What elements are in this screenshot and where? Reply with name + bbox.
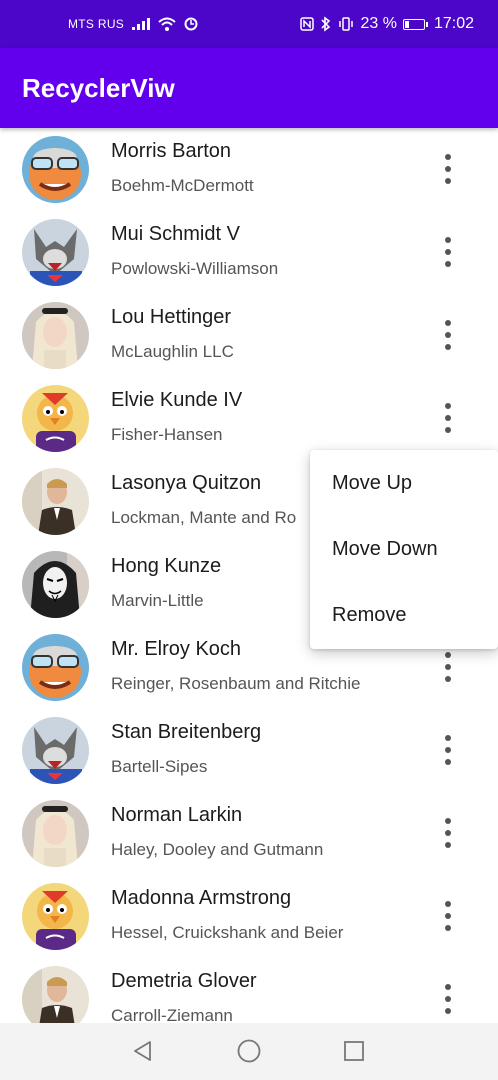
- sync-icon: [184, 17, 198, 31]
- contact-name: Mui Schmidt V: [111, 223, 240, 245]
- more-vert-icon[interactable]: [436, 320, 460, 350]
- menu-item-remove[interactable]: Remove: [310, 582, 498, 648]
- popup-menu: Move Up Move Down Remove: [310, 450, 498, 649]
- home-icon[interactable]: [234, 1036, 264, 1066]
- avatar: [22, 468, 89, 535]
- contact-company: Reinger, Rosenbaum and Ritchie: [111, 674, 361, 693]
- avatar: [22, 302, 89, 369]
- contact-company: Bartell-Sipes: [111, 757, 208, 776]
- contact-company: Lockman, Mante and Ro: [111, 508, 297, 527]
- avatar: [22, 883, 89, 950]
- contact-row[interactable]: Stan Breitenberg Bartell-Sipes: [0, 709, 498, 792]
- avatar: [22, 800, 89, 867]
- vibrate-icon: [338, 17, 354, 31]
- contact-row[interactable]: Elvie Kunde IV Fisher-Hansen: [0, 377, 498, 460]
- contact-name: Hong Kunze: [111, 555, 222, 577]
- contact-name: Morris Barton: [111, 140, 232, 162]
- contact-company: Carroll-Ziemann: [111, 1006, 233, 1023]
- contact-name: Elvie Kunde IV: [111, 389, 243, 411]
- nfc-icon: [300, 17, 315, 31]
- clock: 17:02: [433, 15, 474, 32]
- avatar: [22, 385, 89, 452]
- avatar: [22, 634, 89, 701]
- more-vert-icon[interactable]: [436, 403, 460, 433]
- battery-percent: 23 %: [360, 15, 397, 32]
- contact-name: Demetria Glover: [111, 970, 257, 992]
- status-left: MTS RUS: [68, 0, 198, 48]
- more-vert-icon[interactable]: [436, 237, 460, 267]
- more-vert-icon[interactable]: [436, 818, 460, 848]
- back-icon[interactable]: [128, 1036, 158, 1066]
- signal-icon: [132, 18, 151, 30]
- contact-name: Lasonya Quitzon: [111, 472, 262, 494]
- contact-name: Norman Larkin: [111, 804, 243, 826]
- contact-company: Haley, Dooley and Gutmann: [111, 840, 324, 859]
- app-title: RecyclerViw: [22, 73, 175, 103]
- avatar: [22, 551, 89, 618]
- contact-company: Powlowski-Williamson: [111, 259, 279, 278]
- contact-row[interactable]: Norman Larkin Haley, Dooley and Gutmann: [0, 792, 498, 875]
- app-bar: RecyclerViw: [0, 48, 498, 128]
- menu-item-move-down[interactable]: Move Down: [310, 516, 498, 582]
- contact-name: Mr. Elroy Koch: [111, 638, 242, 660]
- wifi-icon: [158, 17, 176, 31]
- contact-name: Stan Breitenberg: [111, 721, 262, 743]
- avatar: [22, 136, 89, 203]
- more-vert-icon[interactable]: [436, 154, 460, 184]
- contact-name: Lou Hettinger: [111, 306, 232, 328]
- menu-item-move-up[interactable]: Move Up: [310, 450, 498, 516]
- avatar: [22, 966, 89, 1023]
- more-vert-icon[interactable]: [436, 652, 460, 682]
- contact-company: McLaughlin LLC: [111, 342, 234, 361]
- contact-row[interactable]: Morris Barton Boehm-McDermott: [0, 128, 498, 211]
- bluetooth-icon: [320, 16, 332, 32]
- navigation-bar: [0, 1023, 498, 1080]
- status-right: 23 % 17:02: [300, 0, 474, 48]
- contact-row[interactable]: Madonna Armstrong Hessel, Cruickshank and…: [0, 875, 498, 958]
- contact-company: Fisher-Hansen: [111, 425, 223, 444]
- avatar: [22, 219, 89, 286]
- contact-row[interactable]: Lou Hettinger McLaughlin LLC: [0, 294, 498, 377]
- contact-company: Marvin-Little: [111, 591, 204, 610]
- battery-icon: [402, 18, 428, 30]
- more-vert-icon[interactable]: [436, 901, 460, 931]
- avatar: [22, 717, 89, 784]
- contact-row[interactable]: Mui Schmidt V Powlowski-Williamson: [0, 211, 498, 294]
- contact-company: Hessel, Cruickshank and Beier: [111, 923, 344, 942]
- status-bar: MTS RUS 23 % 17:02: [0, 0, 498, 48]
- more-vert-icon[interactable]: [436, 735, 460, 765]
- recents-icon[interactable]: [339, 1036, 369, 1066]
- more-vert-icon[interactable]: [436, 984, 460, 1014]
- carrier-label: MTS RUS: [68, 17, 125, 31]
- contact-company: Boehm-McDermott: [111, 176, 254, 195]
- contact-row[interactable]: Demetria Glover Carroll-Ziemann: [0, 958, 498, 1023]
- contact-name: Madonna Armstrong: [111, 887, 292, 909]
